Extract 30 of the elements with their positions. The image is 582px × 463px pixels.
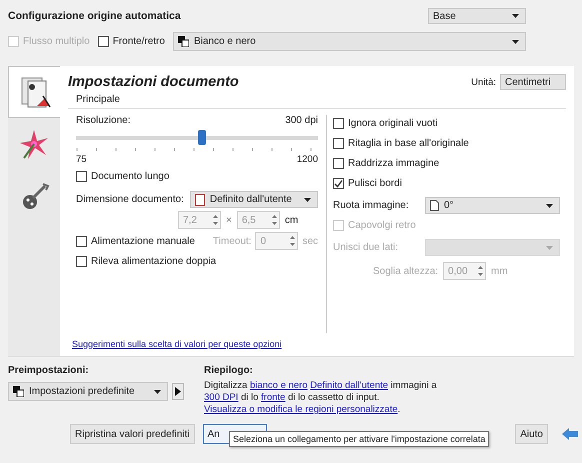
section-title: Configurazione origine automatica [8, 10, 181, 22]
timeout-label: Timeout: [212, 236, 252, 246]
units-label: Unità: [471, 76, 496, 88]
times-sign: × [226, 214, 232, 226]
checkbox-label: Alimentazione manuale [91, 236, 195, 246]
tooltip: Seleziona un collegamento per attivare l'impostazione correlata [229, 431, 490, 447]
checkbox-label: Fronte/retro [112, 36, 165, 47]
summary-text: Digitalizza bianco e nero Definito dall'utente immagini a 300 DPI di lo fronte di lo cassetto di input. Visualizza o modifica le regioni personalizzate. [204, 380, 438, 416]
resolution-label: Risoluzione: [76, 115, 130, 126]
checkbox-label: Documento lungo [91, 171, 170, 182]
panel-title: Impostazioni documento [68, 74, 239, 90]
summary-title: Riepilogo: [204, 365, 254, 376]
threshold-label: Soglia altezza: [373, 266, 438, 276]
merge-label: Unisci due lati: [333, 242, 400, 253]
checkbox-label: Flusso multiplo [23, 36, 90, 47]
checkbox-label: Ignora originali vuoti [348, 118, 438, 129]
size-label: Dimensione documento: [76, 194, 184, 205]
unit-label: cm [284, 214, 298, 226]
checkbox-label: Rileva alimentazione doppia [91, 256, 216, 267]
presets-label: Preimpostazioni: [8, 365, 90, 376]
min-label: 75 [76, 154, 87, 165]
resolution-value: 300 dpi [285, 115, 318, 126]
max-label: 1200 [296, 154, 318, 165]
threshold-unit: mm [491, 266, 508, 276]
timeout-unit: sec [302, 236, 318, 246]
checkbox-label: Ritaglia in base all'originale [348, 138, 469, 149]
checkbox-label: Capovolgi retro [348, 220, 416, 231]
checkbox-label: Raddrizza immagine [348, 158, 440, 169]
checkbox-label: Pulisci bordi [348, 178, 402, 189]
rotate-label: Ruota immagine: [333, 200, 410, 211]
